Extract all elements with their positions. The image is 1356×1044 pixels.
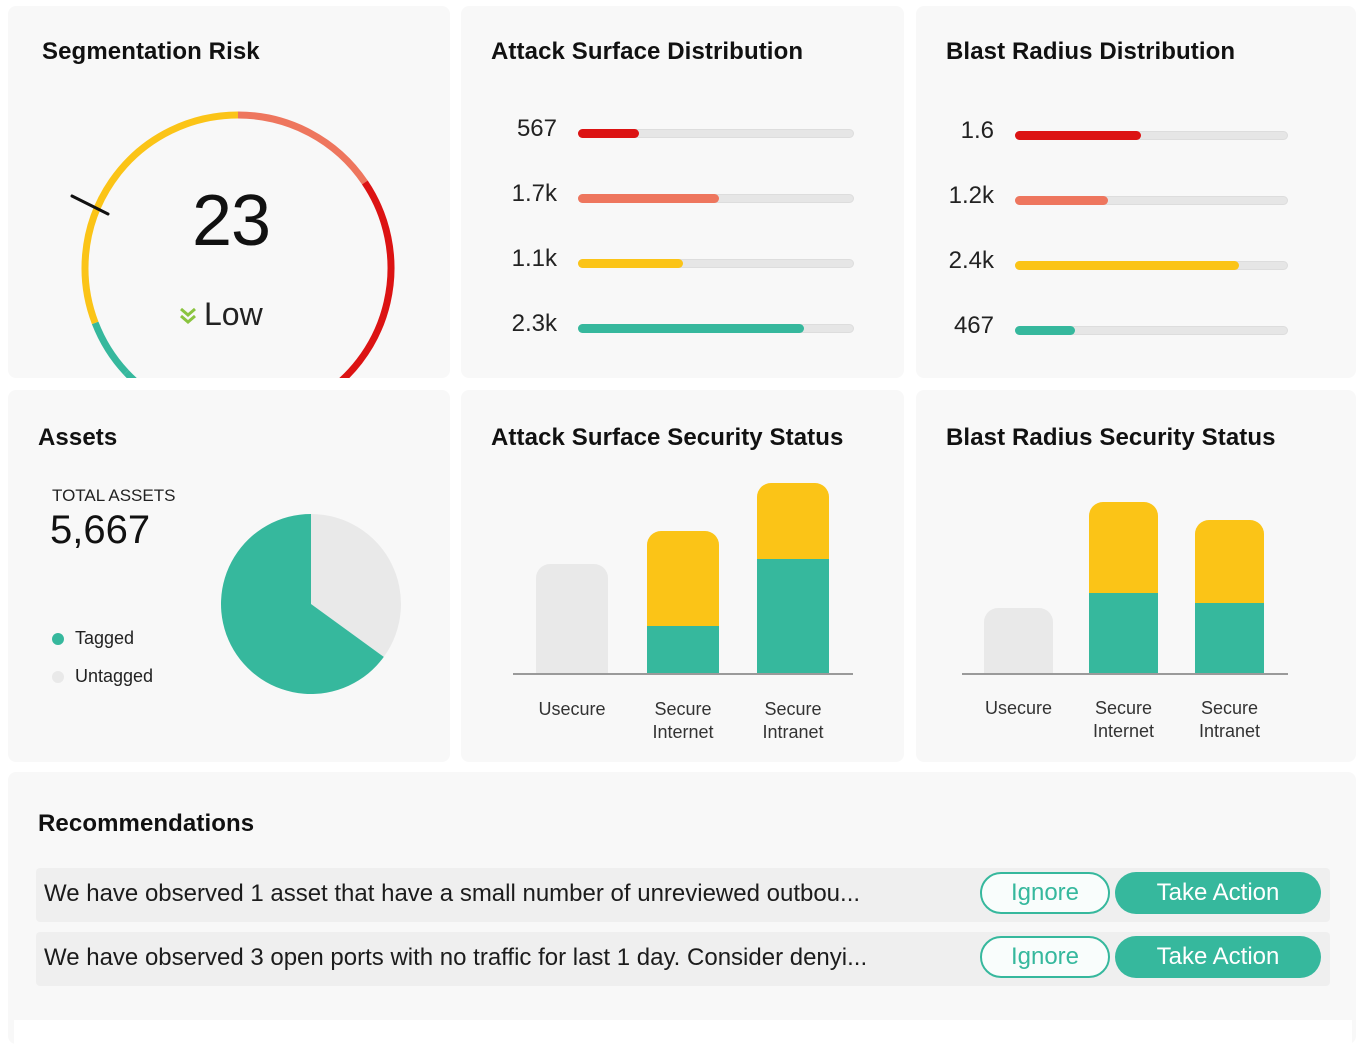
attack-surface-distribution-card: Attack Surface Distribution 567 1.7k 1.1k 2… bbox=[461, 6, 904, 378]
distribution-bar-track bbox=[1015, 196, 1288, 205]
double-chevron-down-icon bbox=[180, 307, 196, 324]
card-title: Assets bbox=[38, 424, 118, 451]
segmentation-risk-card: Segmentation Risk 23 Low bbox=[8, 6, 450, 378]
bar-segment bbox=[984, 608, 1053, 673]
bar-secure-internet bbox=[647, 531, 719, 673]
distribution-bar-track bbox=[1015, 261, 1288, 270]
risk-score: 23 bbox=[191, 181, 271, 261]
take-action-button[interactable]: Take Action bbox=[1115, 872, 1321, 914]
gauge-arc-critical bbox=[339, 180, 395, 378]
distribution-bar-track bbox=[578, 194, 854, 203]
distribution-value-label: 1.2k bbox=[948, 182, 994, 209]
bar-segment bbox=[1195, 603, 1264, 673]
distribution-bar-fill bbox=[578, 259, 683, 268]
ignore-button[interactable]: Ignore bbox=[980, 936, 1110, 978]
bar-segment bbox=[647, 531, 719, 626]
distribution-bar-fill bbox=[578, 324, 805, 333]
distribution-value-label: 2.3k bbox=[511, 310, 557, 337]
legend-swatch bbox=[52, 670, 64, 683]
attack-surface-security-status-card: Attack Surface Security Status Usecure Se… bbox=[461, 390, 904, 762]
risk-level: Low bbox=[178, 296, 263, 333]
category-label: Secure Internet bbox=[1092, 698, 1155, 741]
distribution-bar-fill bbox=[1015, 326, 1076, 335]
bar-usecure bbox=[536, 564, 608, 673]
category-label: Usecure bbox=[538, 699, 606, 719]
legend-item-tagged: Tagged bbox=[52, 628, 134, 649]
distribution-value-label: 467 bbox=[953, 312, 994, 339]
bar-segment bbox=[647, 626, 719, 673]
distribution-value-label: 567 bbox=[516, 115, 557, 142]
bar-secure-intranet bbox=[757, 483, 829, 673]
distribution-bar-fill bbox=[1015, 131, 1141, 140]
blast-radius-security-status-card: Blast Radius Security Status Usecure Secu… bbox=[916, 390, 1356, 762]
distribution-bar-fill bbox=[578, 194, 719, 203]
distribution-value-label: 1.6 bbox=[960, 117, 994, 144]
bar-segment bbox=[1195, 520, 1264, 603]
category-label: Secure Intranet bbox=[1198, 698, 1261, 741]
distribution-bar-fill bbox=[1015, 196, 1108, 205]
bar-secure-intranet bbox=[1195, 520, 1264, 673]
recommendation-row: We have observed 1 asset that have a sma… bbox=[36, 868, 1330, 922]
category-label: Secure Internet bbox=[652, 699, 714, 742]
distribution-bar-track bbox=[578, 324, 854, 333]
total-assets-label: TOTAL ASSETS bbox=[52, 486, 176, 505]
distribution-bar-track bbox=[578, 259, 854, 268]
bar-segment bbox=[1089, 502, 1158, 593]
assets-pie-chart bbox=[220, 514, 401, 694]
ignore-button[interactable]: Ignore bbox=[980, 872, 1110, 914]
total-assets-value: 5,667 bbox=[50, 508, 151, 552]
card-title: Attack Surface Distribution bbox=[491, 38, 804, 65]
distribution-value-label: 1.1k bbox=[511, 245, 557, 272]
legend-swatch bbox=[52, 632, 64, 645]
x-axis-line bbox=[513, 673, 853, 675]
card-title: Attack Surface Security Status bbox=[491, 424, 844, 451]
recommendation-text: We have observed 3 open ports with no tr… bbox=[44, 944, 868, 971]
gauge-arc-low bbox=[91, 321, 129, 375]
recommendation-text: We have observed 1 asset that have a sma… bbox=[44, 880, 861, 907]
distribution-bar-fill bbox=[1015, 261, 1239, 270]
distribution-bar-track bbox=[1015, 131, 1288, 140]
bar-segment bbox=[757, 559, 829, 673]
category-label: Secure Intranet bbox=[762, 699, 824, 742]
legend-item-untagged: Untagged bbox=[52, 666, 153, 687]
bar-segment bbox=[1089, 593, 1158, 673]
assets-card: Assets TOTAL ASSETS 5,667 Tagged Untagge… bbox=[8, 390, 450, 762]
category-label: Usecure bbox=[984, 698, 1053, 718]
distribution-bar-track bbox=[578, 129, 854, 138]
legend-label: Tagged bbox=[75, 628, 135, 648]
bar-segment bbox=[757, 483, 829, 559]
risk-level-label: Low bbox=[204, 296, 263, 332]
blast-radius-distribution-card: Blast Radius Distribution 1.6 1.2k 2.4k 467 bbox=[916, 6, 1356, 378]
card-title: Blast Radius Distribution bbox=[946, 38, 1236, 65]
bottom-panel bbox=[14, 1020, 1352, 1044]
distribution-bar-track bbox=[1015, 326, 1288, 335]
bar-secure-internet bbox=[1089, 502, 1158, 673]
distribution-value-label: 2.4k bbox=[948, 247, 994, 274]
card-title: Recommendations bbox=[38, 810, 255, 837]
distribution-bar-fill bbox=[578, 129, 639, 138]
distribution-value-label: 1.7k bbox=[511, 180, 557, 207]
take-action-button[interactable]: Take Action bbox=[1115, 936, 1321, 978]
card-title: Blast Radius Security Status bbox=[946, 424, 1276, 451]
recommendation-row: We have observed 3 open ports with no tr… bbox=[36, 932, 1330, 986]
bar-usecure bbox=[984, 608, 1053, 673]
legend-label: Untagged bbox=[75, 666, 154, 686]
x-axis-line bbox=[962, 673, 1288, 675]
bar-segment bbox=[536, 564, 608, 673]
gauge-arc-low-base bbox=[123, 369, 137, 378]
gauge-arc-high bbox=[237, 111, 368, 185]
